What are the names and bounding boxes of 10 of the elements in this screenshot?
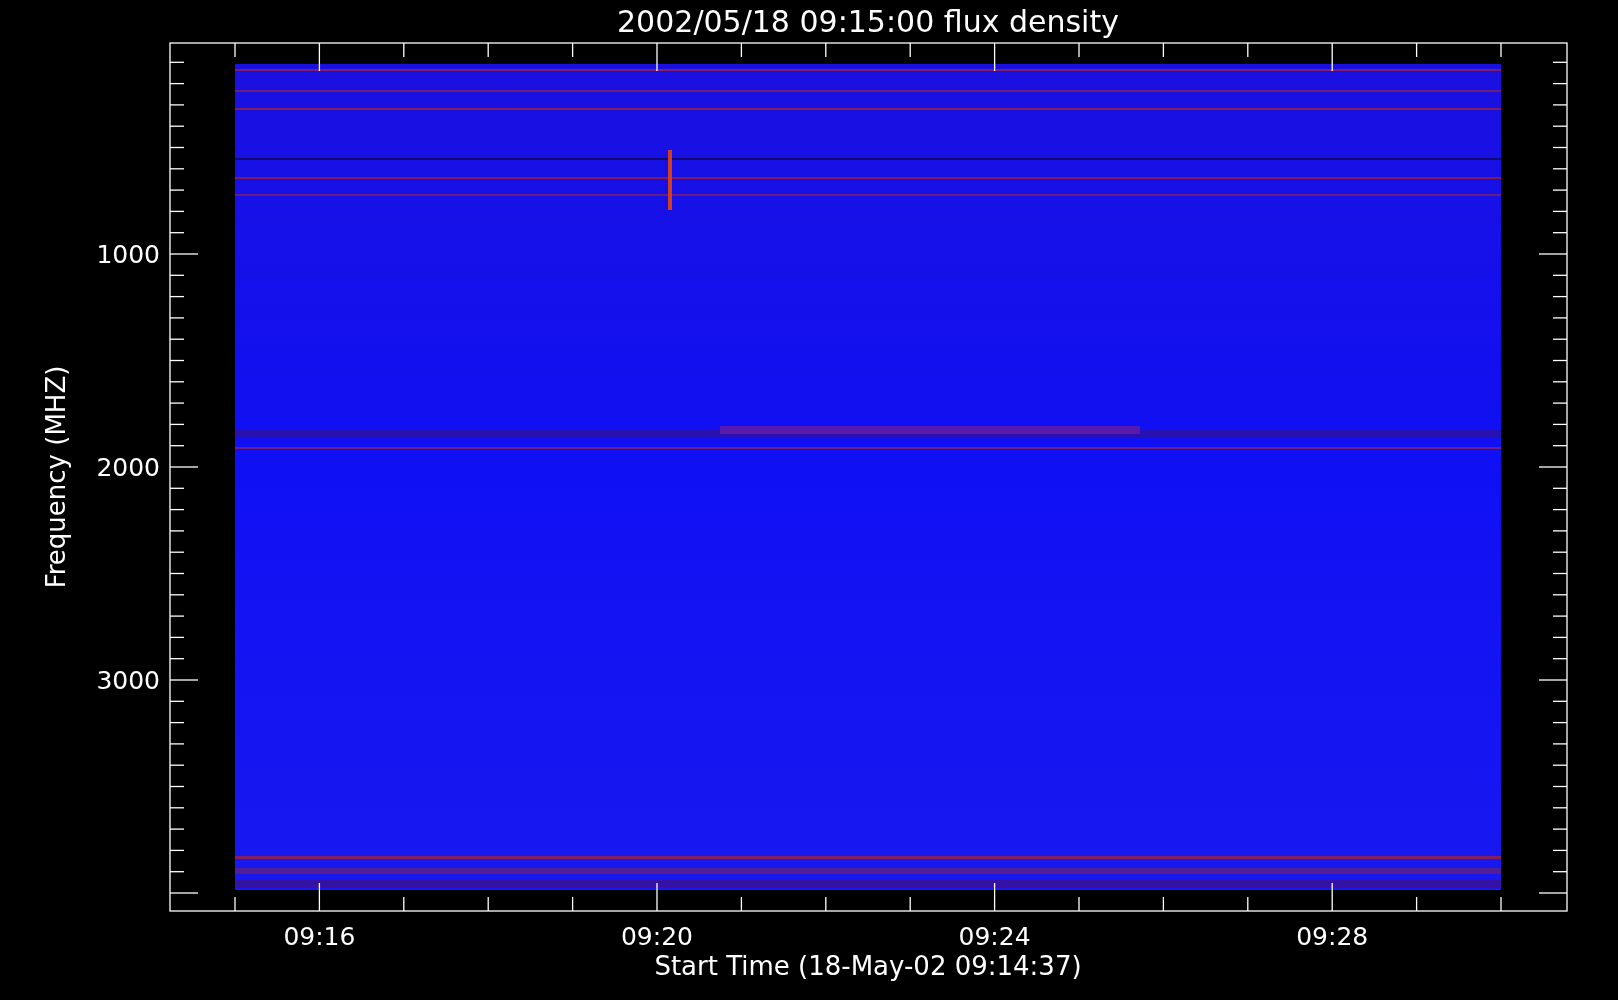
x-tick-label: 09:24 [958,922,1031,951]
x-tick-label: 09:28 [1296,922,1369,951]
chart-title: 2002/05/18 09:15:00 flux density [617,4,1119,39]
x-axis-title: Start Time (18-May-02 09:14:37) [654,951,1082,981]
y-axis-title: Frequency (MHZ) [41,365,71,589]
y-tick-label: 3000 [96,666,160,695]
x-tick-label: 09:16 [283,922,356,951]
y-tick-label: 1000 [96,240,160,269]
x-tick-label: 09:20 [621,922,693,951]
y-tick-label: 2000 [96,453,160,482]
